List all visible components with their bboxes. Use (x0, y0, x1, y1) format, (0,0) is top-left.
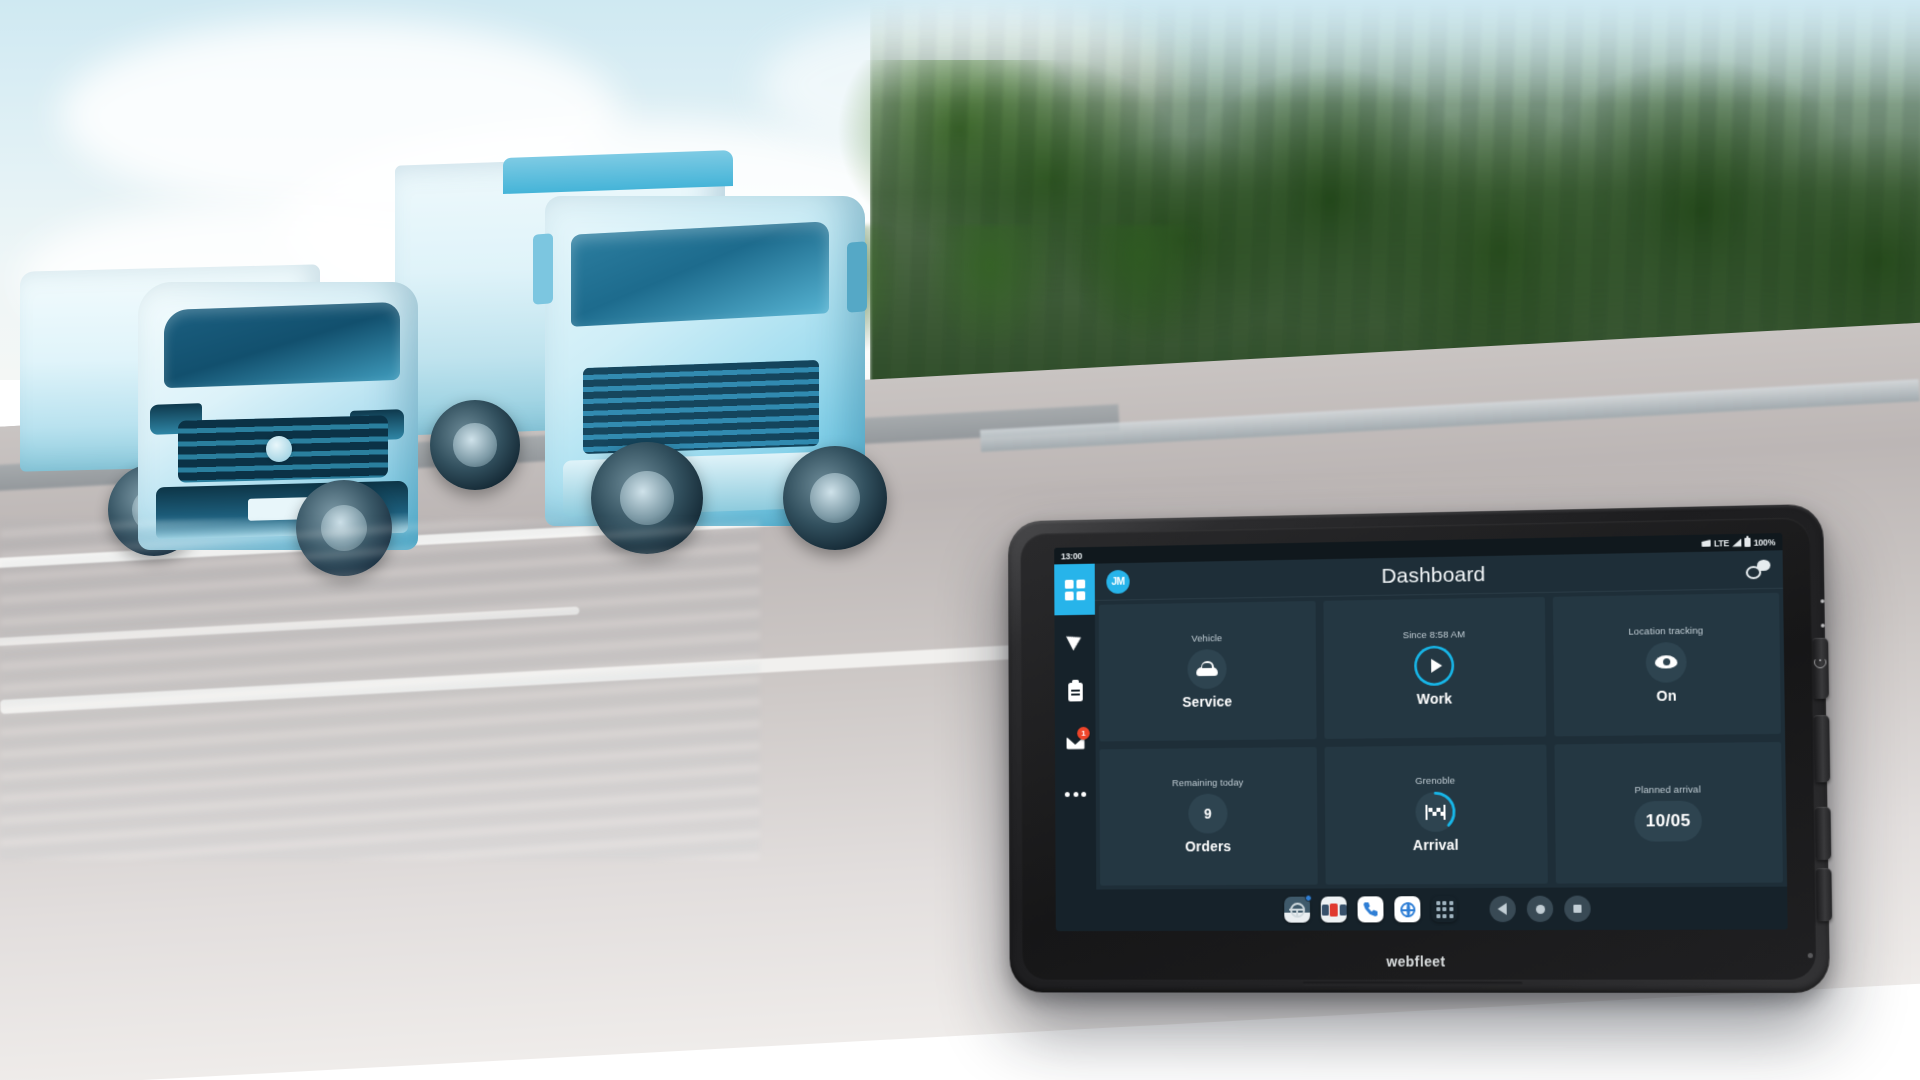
dashboard-tiles: Vehicle Service Since 8:58 AM Work Locat… (1095, 589, 1787, 890)
planned-arrival-value: 10/05 (1634, 800, 1702, 841)
wifi-icon (1702, 540, 1711, 547)
speaker-grille (1303, 982, 1523, 986)
van-vehicle (20, 268, 440, 568)
brand-bar: webfleet (1056, 950, 1788, 973)
tile-caption: Vehicle (1192, 633, 1223, 644)
signal-icon (1732, 538, 1741, 546)
eye-icon-circle (1646, 642, 1687, 683)
messages-badge: 1 (1077, 727, 1090, 740)
tile-value: On (1656, 687, 1676, 703)
sensor-led (1821, 624, 1825, 628)
app-content: JM Dashboard Vehicle Service Since 8:58 … (1095, 550, 1788, 931)
back-button[interactable] (1489, 896, 1515, 922)
tile-remaining-orders[interactable]: Remaining today 9 Orders (1099, 747, 1317, 886)
car-icon (1196, 661, 1218, 676)
sidebar-item-dashboard[interactable] (1054, 564, 1095, 616)
sidebar-item-orders[interactable] (1055, 666, 1096, 718)
more-dots-icon (1065, 791, 1086, 796)
tile-value: Service (1182, 693, 1232, 709)
status-indicators: LTE 100% (1702, 537, 1776, 549)
avatar[interactable]: JM (1106, 569, 1129, 593)
tile-row: Remaining today 9 Orders Grenoble Arriva… (1096, 737, 1788, 889)
all-apps-icon[interactable] (1431, 896, 1457, 922)
car-icon-circle (1187, 649, 1226, 689)
tile-caption: Location tracking (1628, 625, 1703, 637)
tile-vehicle[interactable]: Vehicle Service (1099, 601, 1317, 741)
tile-caption: Planned arrival (1635, 784, 1701, 796)
orders-count: 9 (1204, 806, 1212, 822)
sidebar-item-more[interactable] (1055, 768, 1096, 820)
tile-work-status[interactable]: Since 8:58 AM Work (1323, 597, 1546, 739)
recents-button[interactable] (1564, 896, 1591, 922)
battery-label: 100% (1754, 537, 1776, 548)
phone-app-icon[interactable] (1357, 896, 1383, 922)
orders-count-circle: 9 (1188, 794, 1227, 834)
tile-caption: Grenoble (1415, 776, 1455, 787)
checkered-flag-icon (1425, 804, 1445, 819)
tile-planned-arrival[interactable]: Planned arrival 10/05 (1554, 741, 1782, 883)
tile-caption: Remaining today (1172, 778, 1243, 790)
status-time: 13:00 (1061, 551, 1082, 561)
tile-value: Orders (1185, 838, 1231, 854)
tile-value: Work (1417, 690, 1453, 706)
function-button[interactable] (1816, 868, 1832, 921)
eye-icon (1655, 655, 1678, 668)
sidebar-item-navigation[interactable] (1054, 615, 1095, 667)
home-button[interactable] (1527, 896, 1554, 922)
browser-app-icon[interactable] (1394, 896, 1420, 922)
sidebar-item-messages[interactable]: 1 (1055, 717, 1096, 769)
grid-icon (1064, 579, 1084, 600)
tile-value: Arrival (1413, 837, 1459, 853)
play-icon (1431, 658, 1442, 672)
tablet-screen: 13:00 LTE 100% 1 JM Dashboard Vehicle Se… (1054, 533, 1788, 931)
brand-logo: webfleet (1386, 953, 1445, 969)
network-label: LTE (1714, 538, 1729, 548)
camera-lens (1820, 599, 1824, 603)
truck-vehicle (395, 150, 915, 570)
navigation-arrow-icon (1066, 631, 1084, 651)
tablet-device: 13:00 LTE 100% 1 JM Dashboard Vehicle Se… (1008, 504, 1830, 993)
tile-location-tracking[interactable]: Location tracking On (1553, 593, 1781, 736)
arrival-progress-ring (1415, 792, 1455, 832)
tile-arrival[interactable]: Grenoble Arrival (1325, 744, 1548, 885)
traffic-app-icon[interactable] (1321, 896, 1347, 922)
chat-bubbles-icon[interactable] (1746, 560, 1771, 580)
play-icon-ring (1414, 645, 1454, 686)
clipboard-icon (1068, 682, 1083, 701)
battery-icon (1744, 538, 1750, 547)
volume-down-button[interactable] (1815, 807, 1831, 860)
sidebar-nav: 1 (1054, 564, 1096, 932)
tile-row: Vehicle Service Since 8:58 AM Work Locat… (1095, 589, 1785, 745)
dock-bar (1096, 887, 1787, 931)
tile-caption: Since 8:58 AM (1403, 629, 1466, 641)
volume-up-button[interactable] (1814, 715, 1830, 782)
microphone-hole (1808, 953, 1813, 958)
power-button[interactable] (1813, 638, 1829, 699)
driver-app-icon[interactable] (1284, 897, 1310, 923)
page-title: Dashboard (1095, 557, 1783, 594)
